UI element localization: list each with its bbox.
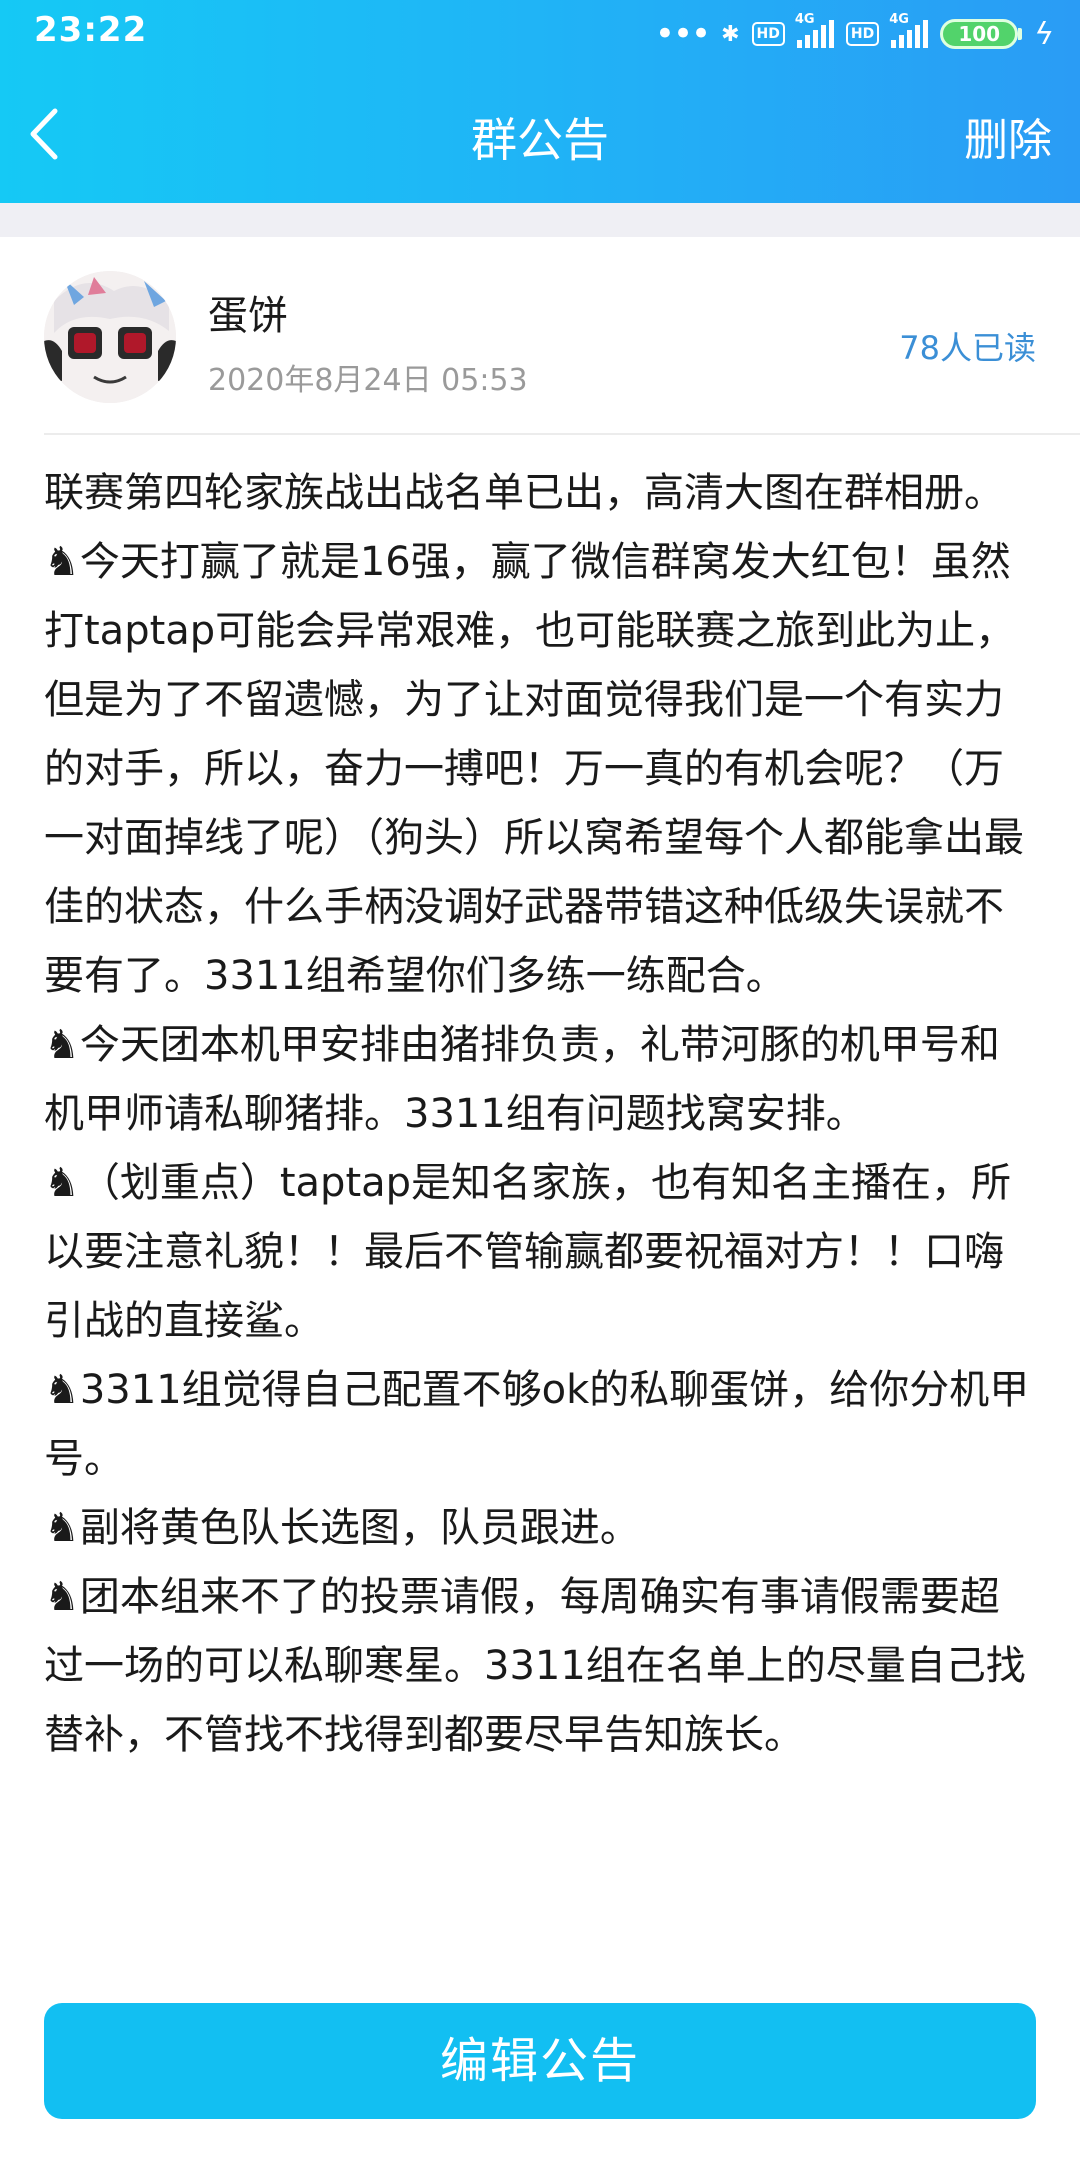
battery-level: 100: [940, 19, 1019, 49]
network-type-1: 4G: [794, 12, 815, 27]
charging-icon: ϟ: [1034, 16, 1054, 52]
battery-icon: 100: [940, 19, 1023, 49]
avatar-image: [44, 271, 176, 403]
author-name: 蛋饼: [208, 293, 288, 339]
back-button[interactable]: [14, 96, 74, 172]
chevron-left-icon: [30, 108, 58, 160]
bluetooth-icon: ✱: [721, 21, 740, 47]
status-bar: 23:22 ••• ✱ HD 4G HD 4G 100 ϟ: [0, 0, 1080, 64]
announcement-content: 联赛第四轮家族战出战名单已出，高清大图在群相册。 ♞今天打赢了就是16强，赢了微…: [44, 470, 1030, 1758]
page-title: 群公告: [471, 113, 609, 167]
edit-announcement-button[interactable]: 编辑公告: [44, 2003, 1036, 2119]
divider: [44, 433, 1080, 435]
network-type-2: 4G: [889, 12, 909, 27]
post-datetime: 2020年8月24日 05:53: [208, 363, 528, 398]
hd-badge-2: HD: [845, 22, 880, 46]
delete-button[interactable]: 删除: [964, 104, 1052, 168]
app-header: 23:22 ••• ✱ HD 4G HD 4G 100 ϟ 群公告 删除: [0, 0, 1080, 203]
announcement-card: 蛋饼 2020年8月24日 05:53 78人已读 联赛第四轮家族战出战名单已出…: [0, 237, 1080, 2160]
signal-icon-2: 4G: [889, 12, 929, 48]
status-icons: ••• ✱ HD 4G HD 4G 100 ϟ: [654, 12, 1054, 54]
read-count-link[interactable]: 78人已读: [899, 323, 1036, 369]
more-notifications-icon: •••: [654, 14, 711, 54]
hd-badge-1: HD: [751, 22, 785, 46]
avatar[interactable]: [44, 271, 176, 403]
section-gap: [0, 203, 1080, 237]
signal-icon-1: 4G: [795, 12, 834, 48]
status-time: 23:22: [34, 10, 148, 50]
